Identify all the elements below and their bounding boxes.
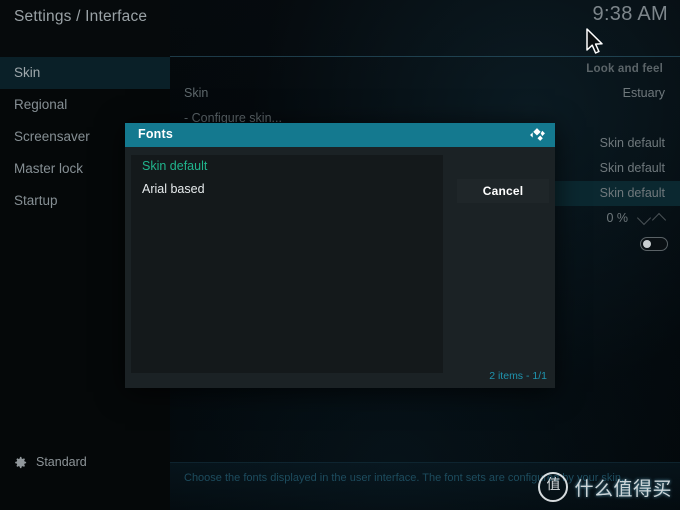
list-item[interactable]: Arial based bbox=[131, 178, 443, 201]
list-item[interactable]: Skin default bbox=[131, 155, 443, 178]
zoom-stepper[interactable] bbox=[638, 213, 668, 224]
setting-value[interactable]: Estuary bbox=[623, 81, 665, 106]
setting-row-skin[interactable]: Skin Estuary bbox=[170, 81, 680, 106]
sidebar-item-label: Master lock bbox=[14, 161, 83, 176]
watermark-badge: 值 bbox=[538, 472, 568, 502]
toggle-knob bbox=[643, 240, 651, 248]
kodi-settings-screen: Settings / Interface 9:38 AM Skin Region… bbox=[0, 0, 680, 510]
breadcrumb: Settings / Interface bbox=[14, 8, 147, 26]
setting-value[interactable]: Skin default bbox=[600, 131, 665, 156]
dialog-title: Fonts bbox=[138, 127, 173, 141]
sidebar-item-label: Regional bbox=[14, 97, 67, 112]
dialog-header: Fonts bbox=[125, 123, 555, 147]
sidebar-item-skin[interactable]: Skin bbox=[0, 57, 170, 89]
item-count-label: 2 items - 1/1 bbox=[489, 370, 547, 382]
watermark-text: 什么值得买 bbox=[574, 474, 672, 501]
sidebar-item-label: Skin bbox=[14, 65, 40, 80]
clock: 9:38 AM bbox=[593, 3, 668, 26]
sidebar-item-label: Screensaver bbox=[14, 129, 90, 144]
sidebar-item-regional[interactable]: Regional bbox=[0, 89, 170, 121]
chevron-down-icon[interactable] bbox=[637, 211, 651, 225]
chevron-up-icon[interactable] bbox=[652, 213, 666, 227]
watermark: 值 什么值得买 bbox=[538, 472, 672, 502]
dialog-body: Skin default Arial based Cancel 2 items … bbox=[125, 147, 555, 388]
setting-label: Skin bbox=[184, 81, 208, 106]
font-list: Skin default Arial based bbox=[131, 155, 443, 373]
gear-icon bbox=[13, 455, 28, 470]
list-item-label: Skin default bbox=[142, 159, 207, 173]
fanart-background-toggle[interactable] bbox=[640, 237, 668, 251]
fonts-dialog: Fonts Skin default Arial based Cancel 2 … bbox=[125, 123, 555, 388]
settings-level-button[interactable]: Standard bbox=[0, 451, 170, 473]
mouse-pointer-icon bbox=[585, 28, 605, 56]
top-bar: Settings / Interface 9:38 AM bbox=[0, 0, 680, 57]
setting-value[interactable]: Skin default bbox=[600, 181, 665, 206]
list-item-label: Arial based bbox=[142, 182, 205, 196]
section-heading: Look and feel bbox=[586, 63, 663, 75]
sidebar-item-label: Startup bbox=[14, 193, 58, 208]
kodi-logo-icon bbox=[529, 127, 546, 143]
cancel-button[interactable]: Cancel bbox=[457, 179, 549, 203]
setting-value: 0 % bbox=[606, 206, 628, 231]
setting-value[interactable]: Skin default bbox=[600, 156, 665, 181]
settings-level-label: Standard bbox=[36, 455, 87, 469]
